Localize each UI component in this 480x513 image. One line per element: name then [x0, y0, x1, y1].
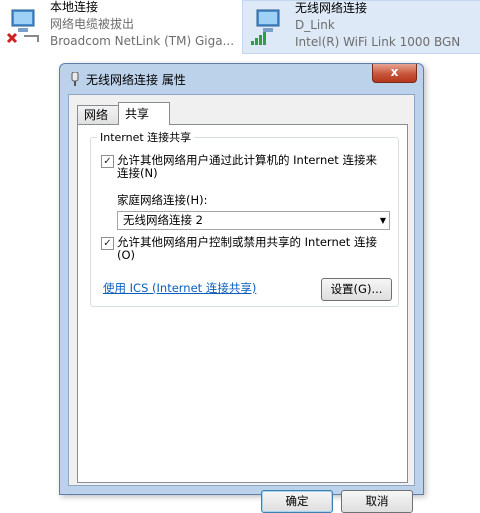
home-network-label: 家庭网络连接(H): — [117, 193, 208, 207]
local-connection-item[interactable]: 本地连接 网络电缆被拔出 Broadcom NetLink (TM) Giga.… — [0, 0, 240, 54]
dialog-title: 无线网络连接 属性 — [86, 73, 186, 87]
allow-share-label[interactable]: 允许其他网络用户通过此计算机的 Internet 连接来连接(N) — [117, 154, 387, 180]
close-button[interactable]: x — [372, 64, 417, 83]
wireless-connection-ssid: D_Link — [295, 18, 335, 32]
wireless-connection-name: 无线网络连接 — [295, 1, 368, 15]
properties-dialog: 无线网络连接 属性 x 网络 共享 Internet 连接共享 ✓ 允许其他网络… — [59, 63, 424, 513]
allow-control-row: ✓ 允许其他网络用户控制或禁用共享的 Internet 连接(O) — [101, 236, 396, 264]
local-connection-name: 本地连接 — [50, 0, 99, 14]
sharing-tab-panel: Internet 连接共享 ✓ 允许其他网络用户通过此计算机的 Internet… — [77, 124, 408, 483]
tab-sharing[interactable]: 共享 — [118, 102, 170, 125]
allow-control-label[interactable]: 允许其他网络用户控制或禁用共享的 Internet 连接(O) — [117, 236, 387, 262]
wireless-connection-device: Intel(R) WiFi Link 1000 BGN — [295, 35, 461, 49]
ics-help-link[interactable]: 使用 ICS (Internet 连接共享) — [103, 280, 256, 296]
dialog-title-bar[interactable]: 无线网络连接 属性 x — [60, 64, 423, 94]
ok-button[interactable]: 确定 — [261, 490, 333, 513]
allow-control-checkbox[interactable]: ✓ — [101, 237, 114, 250]
ics-group-title: Internet 连接共享 — [97, 129, 195, 145]
local-connection-status: 网络电缆被拔出 — [50, 17, 135, 31]
dropdown-arrow-icon: ▼ — [379, 216, 386, 225]
network-connections-list: 本地连接 网络电缆被拔出 Broadcom NetLink (TM) Giga.… — [0, 0, 480, 58]
allow-share-checkbox[interactable]: ✓ — [101, 155, 114, 168]
local-network-icon — [6, 9, 39, 44]
home-network-value: 无线网络连接 2 — [123, 213, 203, 227]
ics-group: Internet 连接共享 ✓ 允许其他网络用户通过此计算机的 Internet… — [90, 129, 399, 307]
local-connection-device: Broadcom NetLink (TM) Giga... — [50, 34, 235, 48]
cancel-button[interactable]: 取消 — [341, 490, 413, 513]
home-network-select[interactable]: 无线网络连接 2 ▼ — [117, 211, 390, 230]
settings-button[interactable]: 设置(G)... — [321, 278, 392, 301]
network-adapter-icon — [71, 72, 79, 86]
tab-network[interactable]: 网络 — [77, 105, 124, 124]
wireless-connection-item[interactable]: 无线网络连接 D_Link Intel(R) WiFi Link 1000 BG… — [242, 0, 480, 54]
allow-share-row: ✓ 允许其他网络用户通过此计算机的 Internet 连接来连接(N) — [101, 154, 396, 182]
dialog-client-area: 网络 共享 Internet 连接共享 ✓ 允许其他网络用户通过此计算机的 In… — [68, 94, 415, 513]
wireless-network-icon — [251, 9, 280, 45]
